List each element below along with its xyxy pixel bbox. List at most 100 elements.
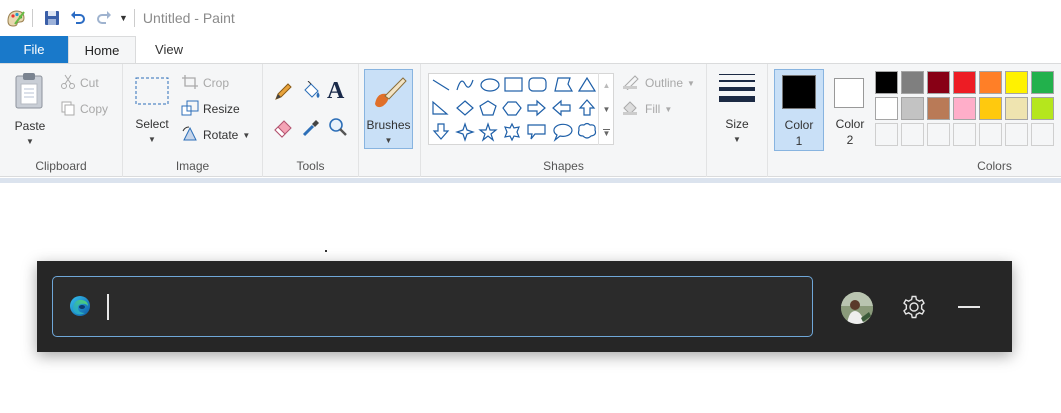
outline-button[interactable]: Outline ▼ — [621, 72, 695, 94]
polygon-shape-icon[interactable] — [554, 77, 574, 92]
four-point-star-shape-icon[interactable] — [455, 122, 475, 142]
palette-swatch[interactable] — [901, 97, 924, 120]
left-arrow-shape-icon[interactable] — [552, 99, 571, 117]
resize-button[interactable]: Resize — [181, 98, 240, 120]
rotate-label: Rotate — [203, 128, 239, 142]
palette-swatch[interactable] — [901, 71, 924, 94]
size-group: Size ▼ — [707, 64, 768, 177]
palette-swatch[interactable] — [1031, 97, 1054, 120]
eraser-icon[interactable] — [272, 116, 294, 141]
cloud-callout-shape-icon[interactable] — [577, 122, 597, 139]
color-picker-icon[interactable] — [300, 116, 322, 141]
oval-shape-icon[interactable] — [480, 78, 500, 92]
cut-button[interactable]: Cut — [60, 72, 99, 94]
gallery-scroll-up-icon[interactable]: ▲ — [603, 81, 611, 90]
brushes-dropdown-icon[interactable]: ▼ — [365, 136, 412, 145]
color2-button[interactable]: Color 2 — [827, 69, 873, 151]
shapes-gallery-icons — [432, 76, 597, 142]
tab-file[interactable]: File — [0, 36, 68, 64]
cut-label: Cut — [80, 76, 99, 90]
fill-dropdown-icon[interactable]: ▼ — [664, 105, 672, 114]
palette-swatch[interactable] — [927, 71, 950, 94]
palette-swatch[interactable] — [979, 97, 1002, 120]
rotate-button[interactable]: Rotate ▼ — [181, 124, 250, 146]
palette-swatch[interactable] — [953, 97, 976, 120]
undo-icon[interactable] — [69, 9, 87, 27]
pentagon-shape-icon[interactable] — [479, 100, 497, 116]
gallery-scroll-down-icon[interactable]: ▼ — [603, 105, 611, 114]
customize-dropdown-icon[interactable]: ▼ — [119, 13, 128, 23]
scissors-icon — [60, 74, 76, 93]
search-box[interactable] — [52, 276, 813, 337]
palette-swatch[interactable] — [875, 71, 898, 94]
fill-bucket-icon[interactable] — [300, 80, 322, 106]
custom-color-slot[interactable] — [901, 123, 924, 146]
custom-color-slot[interactable] — [979, 123, 1002, 146]
canvas-dot — [325, 250, 327, 252]
magnifier-icon[interactable] — [327, 116, 349, 141]
palette-swatch[interactable] — [1005, 97, 1028, 120]
six-point-star-shape-icon[interactable] — [504, 122, 520, 142]
pencil-icon[interactable] — [272, 81, 294, 106]
fill-button[interactable]: Fill ▼ — [621, 98, 672, 120]
custom-color-slot[interactable] — [927, 123, 950, 146]
rounded-rectangle-shape-icon[interactable] — [528, 77, 547, 92]
hexagon-shape-icon[interactable] — [502, 101, 522, 116]
palette-swatch[interactable] — [953, 71, 976, 94]
copy-button[interactable]: Copy — [60, 98, 108, 120]
custom-color-slot[interactable] — [1005, 123, 1028, 146]
shapes-group-label: Shapes — [543, 159, 584, 173]
brushes-button[interactable]: Brushes ▼ — [364, 69, 413, 149]
palette-swatch[interactable] — [927, 97, 950, 120]
up-arrow-shape-icon[interactable] — [578, 99, 596, 116]
select-button[interactable]: Select ▼ — [131, 76, 173, 152]
palette-swatch[interactable] — [875, 97, 898, 120]
window-title: Untitled - Paint — [142, 10, 235, 26]
save-icon[interactable] — [43, 9, 61, 27]
tools-group-label: Tools — [296, 159, 325, 173]
tab-home[interactable]: Home — [68, 36, 136, 64]
custom-color-slot[interactable] — [875, 123, 898, 146]
paste-label: Paste — [14, 119, 46, 133]
search-bar-overlay — [37, 261, 1012, 352]
text-tool-icon[interactable]: A — [327, 78, 344, 105]
select-dropdown-icon[interactable]: ▼ — [148, 135, 156, 144]
color1-button[interactable]: Color 1 — [774, 69, 824, 151]
custom-color-slot[interactable] — [1031, 123, 1054, 146]
rectangular-callout-shape-icon[interactable] — [527, 124, 546, 140]
curve-shape-icon[interactable] — [456, 79, 474, 91]
diamond-shape-icon[interactable] — [456, 100, 474, 116]
palette-swatch[interactable] — [1031, 71, 1054, 94]
right-arrow-shape-icon[interactable] — [527, 99, 546, 117]
paste-button[interactable]: Paste ▼ — [8, 72, 52, 152]
settings-gear-icon[interactable] — [901, 294, 927, 320]
paste-dropdown-icon[interactable]: ▼ — [26, 137, 34, 146]
size-button[interactable]: Size ▼ — [713, 72, 761, 152]
rectangle-shape-icon[interactable] — [504, 77, 523, 92]
tab-view[interactable]: View — [136, 36, 202, 64]
avatar[interactable] — [841, 292, 873, 324]
rotate-dropdown-icon[interactable]: ▼ — [242, 131, 250, 140]
color1-swatch — [782, 75, 816, 109]
minimize-icon[interactable] — [958, 306, 980, 308]
triangle-shape-icon[interactable] — [577, 76, 597, 92]
clipboard-group: Paste ▼ Cut Copy Clipboard — [0, 64, 123, 177]
oval-callout-shape-icon[interactable] — [553, 123, 573, 142]
down-arrow-shape-icon[interactable] — [432, 123, 450, 140]
rotate-icon — [181, 126, 199, 145]
line-shape-icon[interactable] — [432, 79, 450, 91]
palette-swatch[interactable] — [1005, 71, 1028, 94]
fill-icon — [621, 100, 641, 119]
outline-dropdown-icon[interactable]: ▼ — [687, 79, 695, 88]
copy-icon — [60, 100, 76, 119]
custom-color-slot[interactable] — [953, 123, 976, 146]
crop-button[interactable]: Crop — [181, 72, 229, 94]
palette-swatch[interactable] — [979, 71, 1002, 94]
search-input[interactable] — [103, 289, 793, 325]
five-point-star-shape-icon[interactable] — [478, 122, 498, 142]
gallery-expand-icon[interactable]: ▼ — [602, 128, 611, 138]
size-dropdown-icon[interactable]: ▼ — [733, 135, 741, 144]
outline-label: Outline — [645, 76, 684, 90]
redo-icon[interactable] — [95, 9, 113, 27]
right-triangle-shape-icon[interactable] — [432, 100, 449, 115]
